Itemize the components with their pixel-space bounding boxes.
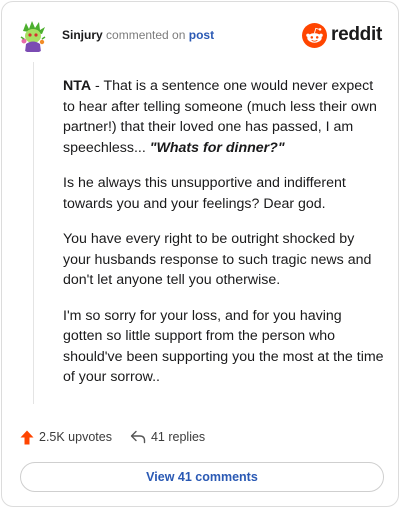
comment-paragraph-3: You have every right to be outright shoc… xyxy=(63,231,372,288)
replies-button[interactable]: 41 replies xyxy=(130,430,205,444)
comment-paragraph-4: I'm so sorry for your loss, and for you … xyxy=(63,307,384,386)
reddit-logo[interactable]: reddit xyxy=(302,22,382,48)
view-comments-button[interactable]: View 41 comments xyxy=(20,462,384,492)
upvote-button[interactable]: 2.5K upvotes xyxy=(20,430,112,445)
comment-body: NTA - That is a sentence one would never… xyxy=(63,76,385,403)
username-link[interactable]: Sinjury xyxy=(62,28,103,42)
upvote-count: 2.5K upvotes xyxy=(39,430,112,444)
action-text: commented on xyxy=(106,28,186,42)
replies-count: 41 replies xyxy=(150,430,206,444)
comment-paragraph-1: NTA - That is a sentence one would never… xyxy=(63,76,385,158)
thread-line xyxy=(33,62,34,404)
upvote-arrow-icon xyxy=(20,430,34,444)
reddit-snoo-icon xyxy=(302,22,328,48)
comment-header: Sinjury commented on post reddit xyxy=(16,18,384,54)
comment-actions: 2.5K upvotes 41 replies xyxy=(20,428,223,446)
quote-text: "Whats for dinner?" xyxy=(149,139,285,156)
avatar-snoo-icon xyxy=(16,19,50,53)
comment-card: Sinjury commented on post reddit NTA - T… xyxy=(1,1,399,507)
post-link[interactable]: post xyxy=(189,28,214,42)
verdict-text: NTA xyxy=(63,78,92,94)
comment-paragraph-2: Is he always this unsupportive and indif… xyxy=(63,175,346,212)
comment-meta: Sinjury commented on post xyxy=(62,28,214,42)
avatar[interactable] xyxy=(16,19,50,53)
reddit-wordmark: reddit xyxy=(331,24,382,45)
reply-arrow-icon xyxy=(130,430,146,444)
